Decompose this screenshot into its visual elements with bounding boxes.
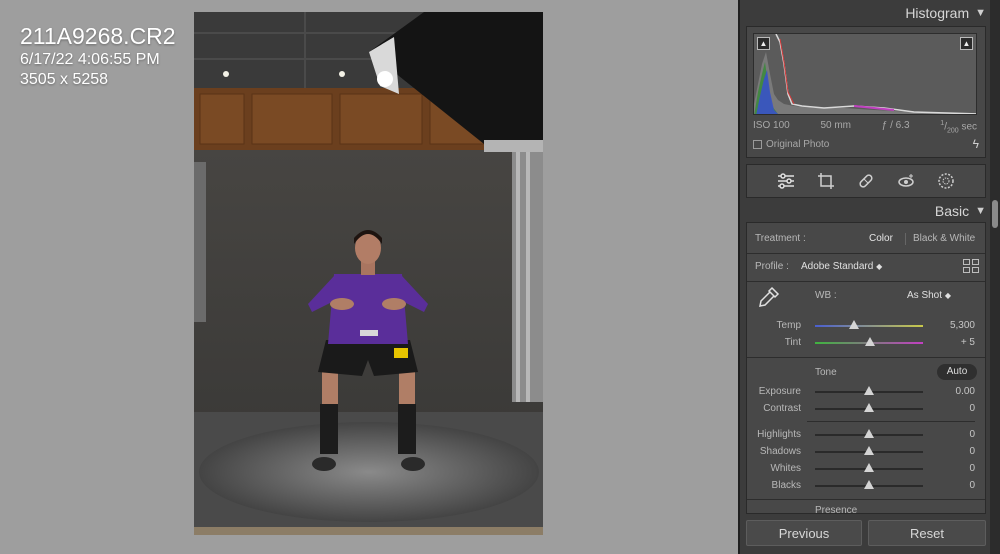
healing-icon[interactable] [856,171,876,191]
updown-arrow-icon: ◆ [876,262,883,271]
profile-dropdown[interactable]: Adobe Standard ◆ [801,261,882,272]
red-eye-icon[interactable] [896,171,916,191]
temp-value[interactable]: 5,300 [950,320,975,331]
shadows-thumb[interactable] [864,446,874,455]
tint-slider-row[interactable]: Tint + 5 [747,335,985,351]
contrast-thumb[interactable] [864,403,874,412]
histogram-header[interactable]: Histogram ▼ [746,0,986,26]
highlights-value[interactable]: 0 [969,429,975,440]
presence-label: Presence [815,505,858,514]
panel-scrollbar[interactable] [990,0,1000,554]
wb-label: WB : [815,290,837,301]
contrast-slider-row[interactable]: Contrast 0 [747,401,985,417]
photo-dimensions: 3505 x 5258 [20,71,109,88]
profile-row: Profile : Adobe Standard ◆ [747,259,985,276]
histogram-panel: ▲ ▲ ISO 100 50 mm ƒ / 6.3 1/200 sec Orig… [746,26,986,158]
photo-info-overlay: 211A9268.CR2 6/17/22 4:06:55 PM 3505 x 5… [20,22,176,90]
divider [747,281,985,282]
original-photo-label: Original Photo [766,139,830,150]
photo-preview[interactable] [194,12,543,535]
divider [807,421,975,422]
wb-row: WB : As Shot ◆ [747,290,985,304]
original-photo-toggle[interactable]: Original Photo [753,139,829,150]
blacks-thumb[interactable] [864,480,874,489]
basic-panel: Treatment : Color Black & White Profile … [746,222,986,514]
profile-label: Profile : [755,261,789,272]
shadow-clipping-icon[interactable]: ▲ [757,37,770,50]
iso-value: ISO 100 [753,120,790,131]
treatment-color-option[interactable]: Color [869,233,893,244]
crop-icon[interactable] [816,171,836,191]
edit-sliders-icon[interactable] [776,171,796,191]
auto-tone-button[interactable]: Auto [937,364,977,380]
contrast-value[interactable]: 0 [969,403,975,414]
shadows-slider-row[interactable]: Shadows 0 [747,444,985,460]
treatment-separator [905,233,906,245]
collapse-triangle-icon[interactable]: ▼ [975,205,986,217]
image-canvas[interactable]: 211A9268.CR2 6/17/22 4:06:55 PM 3505 x 5… [0,0,738,554]
wb-dropdown[interactable]: As Shot ◆ [907,290,951,301]
focal-length-value: 50 mm [820,120,851,131]
histogram-title: Histogram [905,5,970,21]
divider [747,253,985,254]
photo-filename: 211A9268.CR2 [20,23,176,49]
panel-scrollbar-thumb[interactable] [992,200,998,228]
highlights-slider-row[interactable]: Highlights 0 [747,427,985,443]
tool-strip [746,164,986,198]
shutter-speed-value: 1/200 sec [940,120,977,135]
shadows-label: Shadows [759,446,801,457]
blacks-slider-row[interactable]: Blacks 0 [747,478,985,494]
masking-icon[interactable] [936,171,956,191]
tint-value[interactable]: + 5 [961,337,975,348]
divider [747,357,985,358]
histogram-graph[interactable]: ▲ ▲ [753,33,977,115]
shadows-value[interactable]: 0 [969,446,975,457]
whites-label: Whites [770,463,801,474]
tone-row: Tone Auto [747,364,985,383]
collapse-triangle-icon[interactable]: ▼ [975,7,986,19]
basic-title: Basic [934,203,970,219]
photo-datetime: 6/17/22 4:06:55 PM [20,51,160,68]
contrast-label: Contrast [763,403,801,414]
flash-icon: ϟ [972,137,979,151]
basic-header[interactable]: Basic ▼ [746,198,986,224]
histogram-chart [754,34,976,114]
highlight-clipping-icon[interactable]: ▲ [960,37,973,50]
exposure-label: Exposure [758,386,801,397]
temp-label: Temp [776,320,801,331]
exposure-slider-row[interactable]: Exposure 0.00 [747,384,985,400]
exposure-thumb[interactable] [864,386,874,395]
updown-arrow-icon: ◆ [944,291,951,300]
reset-button[interactable]: Reset [868,520,986,546]
tone-label: Tone [815,367,837,378]
temp-slider-row[interactable]: Temp 5,300 [747,318,985,334]
treatment-row: Treatment : Color Black & White [747,233,985,247]
exposure-value[interactable]: 0.00 [956,386,975,397]
whites-value[interactable]: 0 [969,463,975,474]
highlights-thumb[interactable] [864,429,874,438]
photo-illustration [194,12,543,535]
temp-thumb[interactable] [848,320,859,329]
previous-button[interactable]: Previous [746,520,862,546]
divider [747,499,985,500]
original-photo-checkbox[interactable] [753,140,762,149]
aperture-value: ƒ / 6.3 [881,120,910,131]
whites-thumb[interactable] [864,463,874,472]
develop-right-panel: Histogram ▼ ▲ ▲ ISO 100 50 mm ƒ / 6.3 1/… [738,0,1000,554]
whites-slider-row[interactable]: Whites 0 [747,461,985,477]
tint-label: Tint [784,337,801,348]
presence-row: Presence [747,505,985,514]
tint-thumb[interactable] [865,337,876,346]
exif-info: ISO 100 50 mm ƒ / 6.3 1/200 sec [753,120,977,134]
blacks-label: Blacks [771,480,801,491]
temp-track[interactable] [815,325,923,327]
highlights-label: Highlights [757,429,801,440]
treatment-label: Treatment : [755,233,806,244]
treatment-bw-option[interactable]: Black & White [913,233,975,244]
profile-browser-grid-icon[interactable] [963,259,979,276]
blacks-value[interactable]: 0 [969,480,975,491]
